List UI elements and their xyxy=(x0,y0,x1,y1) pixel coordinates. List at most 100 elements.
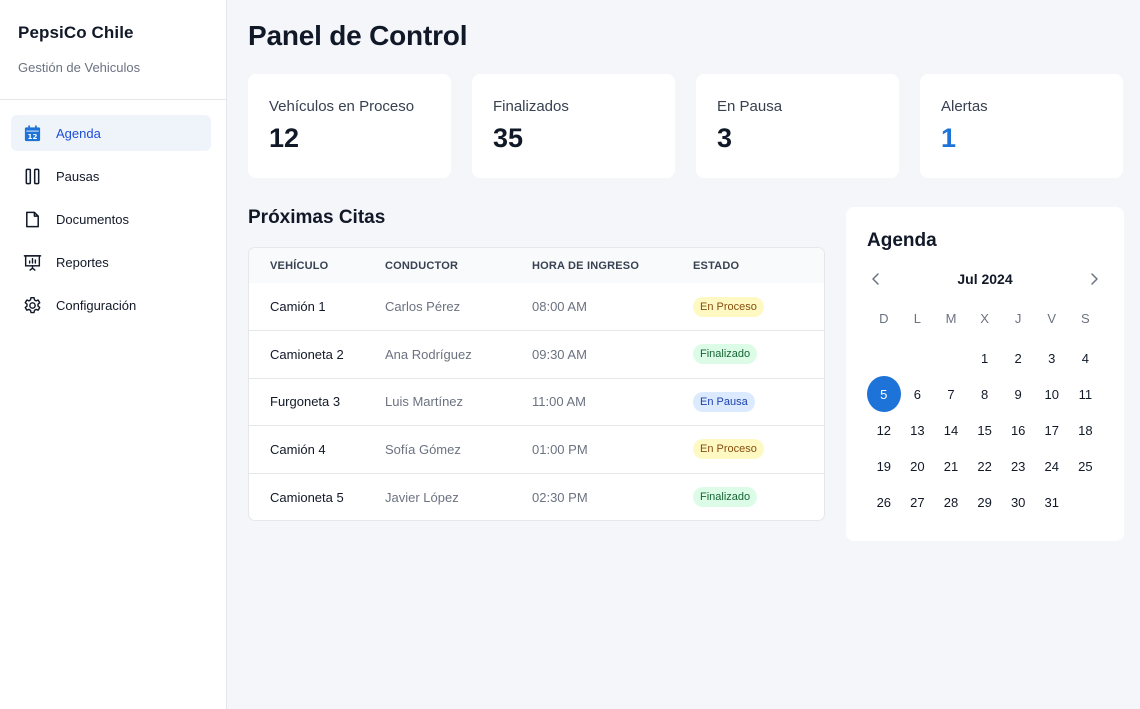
calendar-day[interactable]: 25 xyxy=(1069,448,1103,484)
calendar-day[interactable]: 9 xyxy=(1001,376,1035,412)
sidebar-item-label: Pausas xyxy=(56,168,100,184)
calendar-day-label: 9 xyxy=(1014,386,1022,402)
calendar-day-selected[interactable]: 5 xyxy=(867,376,901,412)
calendar-day[interactable]: 20 xyxy=(901,448,935,484)
sidebar-item-configuracion[interactable]: Configuración xyxy=(11,287,211,323)
table-row[interactable]: Camioneta 5 Javier López 02:30 PM Finali… xyxy=(249,473,824,520)
calendar-day-label: 29 xyxy=(977,494,992,510)
weekday-header: D xyxy=(879,310,889,326)
calendar-day-label: 22 xyxy=(977,458,992,474)
calendar-day[interactable]: 12 xyxy=(867,412,901,448)
stat-card-finished: Finalizados 35 xyxy=(472,74,675,178)
stat-label: Vehículos en Proceso xyxy=(269,98,415,115)
calendar-day-label: 15 xyxy=(977,422,992,438)
sidebar-item-pausas[interactable]: Pausas xyxy=(11,158,211,194)
brand-title: PepsiCo Chile xyxy=(18,23,134,42)
status-badge: En Proceso xyxy=(693,439,764,460)
status-badge: Finalizado xyxy=(693,344,758,365)
calendar-day[interactable]: 4 xyxy=(1069,340,1103,376)
table-row[interactable]: Camioneta 2 Ana Rodríguez 09:30 AM Final… xyxy=(249,330,824,379)
stat-card-paused: En Pausa 3 xyxy=(696,74,899,178)
calendar-day[interactable]: 3 xyxy=(1035,340,1069,376)
calendar-day[interactable]: 2 xyxy=(1001,340,1035,376)
calendar-day-label: 31 xyxy=(1044,494,1059,510)
column-header: CONDUCTOR xyxy=(385,259,459,272)
calendar-day[interactable]: 29 xyxy=(968,484,1002,520)
calendar-day-label: 8 xyxy=(980,386,989,402)
chevron-right-icon[interactable] xyxy=(1085,270,1103,288)
calendar-day[interactable]: 30 xyxy=(1001,484,1035,520)
page-title: Panel de Control xyxy=(248,20,468,51)
calendar-day[interactable]: 17 xyxy=(1035,412,1069,448)
calendar-day[interactable]: 26 xyxy=(867,484,901,520)
sidebar-item-reportes[interactable]: Reportes xyxy=(11,244,211,280)
calendar-day[interactable]: 16 xyxy=(1001,412,1035,448)
driver-cell: Carlos Pérez xyxy=(385,299,461,314)
calendar-day-label: 4 xyxy=(1081,350,1089,366)
sidebar-item-documentos[interactable]: Documentos xyxy=(11,201,211,237)
calendar-day[interactable]: 8 xyxy=(968,376,1002,412)
calendar-month: Jul 2024 xyxy=(957,271,1013,287)
sidebar-item-label: Configuración xyxy=(56,297,137,313)
stat-value: 3 xyxy=(717,123,733,153)
table-row[interactable]: Camión 4 Sofía Gómez 01:00 PM En Proceso xyxy=(249,425,824,474)
sidebar-item-label: Agenda xyxy=(56,125,101,141)
presentation-chart-icon xyxy=(22,252,42,272)
stat-value: 12 xyxy=(269,123,300,153)
calendar-day[interactable]: 22 xyxy=(968,448,1002,484)
table-row[interactable]: Furgoneta 3 Luis Martínez 11:00 AM En Pa… xyxy=(249,378,824,426)
calendar-day[interactable]: 18 xyxy=(1069,412,1103,448)
calendar-day[interactable]: 31 xyxy=(1035,484,1069,520)
status-badge: Finalizado xyxy=(693,487,758,507)
calendar-day-label: 18 xyxy=(1078,422,1093,438)
calendar-day[interactable]: 11 xyxy=(1069,376,1103,412)
calendar-day-label: 2 xyxy=(1014,350,1022,366)
calendar-day[interactable]: 15 xyxy=(968,412,1002,448)
stat-card-in-process: Vehículos en Proceso 12 xyxy=(248,74,451,178)
calendar-day[interactable]: 7 xyxy=(934,376,968,412)
time-cell: 02:30 PM xyxy=(532,489,588,505)
calendar-icon: 12 xyxy=(22,123,42,143)
calendar-day[interactable]: 6 xyxy=(901,376,935,412)
table-row[interactable]: Camión 1 Carlos Pérez 08:00 AM En Proces… xyxy=(249,283,824,331)
stat-label: En Pausa xyxy=(717,98,783,115)
calendar-title: Agenda xyxy=(867,230,937,251)
svg-text:12: 12 xyxy=(27,131,37,140)
calendar-day-label: 24 xyxy=(1044,458,1059,474)
driver-cell: Javier López xyxy=(385,489,459,505)
calendar-day[interactable]: 14 xyxy=(934,412,968,448)
sidebar-item-agenda[interactable]: 12 Agenda xyxy=(11,115,211,151)
brand-subtitle: Gestión de Vehiculos xyxy=(18,60,141,75)
chevron-left-icon[interactable] xyxy=(867,270,885,288)
status-cell: En Proceso xyxy=(693,283,824,331)
calendar-day[interactable]: 10 xyxy=(1035,376,1069,412)
time-cell: 01:00 PM xyxy=(532,441,588,457)
calendar-day-label: 25 xyxy=(1078,458,1093,474)
calendar-day-label: 26 xyxy=(876,494,892,510)
vehicle-cell: Camioneta 5 xyxy=(270,489,344,505)
agenda-calendar: Agenda Jul 2024 D L M X J V S 1 2 3 4 5 6 7 8 9 10 11 12 13… xyxy=(846,207,1124,541)
calendar-empty-cell xyxy=(934,340,968,376)
calendar-nav: Jul 2024 xyxy=(867,269,1103,289)
calendar-day[interactable]: 28 xyxy=(934,484,968,520)
calendar-day[interactable]: 1 xyxy=(968,340,1002,376)
calendar-day-label: 23 xyxy=(1010,458,1026,474)
calendar-day[interactable]: 21 xyxy=(934,448,968,484)
driver-cell: Sofía Gómez xyxy=(385,441,461,457)
stat-cards: Vehículos en Proceso 12 Finalizados 35 E… xyxy=(248,74,1123,178)
calendar-day[interactable]: 23 xyxy=(1001,448,1035,484)
weekday-header: J xyxy=(1014,310,1022,326)
driver-cell: Ana Rodríguez xyxy=(385,346,472,362)
calendar-day[interactable]: 13 xyxy=(901,412,935,448)
calendar-day-label: 5 xyxy=(867,376,901,412)
calendar-empty-cell xyxy=(867,340,901,376)
status-cell: Finalizado xyxy=(693,473,824,520)
calendar-day[interactable]: 19 xyxy=(867,448,901,484)
table-header-row: VEHÍCULO CONDUCTOR HORA DE INGRESO ESTAD… xyxy=(249,248,824,283)
calendar-empty-cell xyxy=(901,340,935,376)
weekday-header: L xyxy=(913,310,921,326)
calendar-day-label: 10 xyxy=(1044,386,1059,402)
brand: PepsiCo Chile Gestión de Vehiculos xyxy=(0,0,226,100)
calendar-day[interactable]: 27 xyxy=(901,484,935,520)
calendar-day[interactable]: 24 xyxy=(1035,448,1069,484)
